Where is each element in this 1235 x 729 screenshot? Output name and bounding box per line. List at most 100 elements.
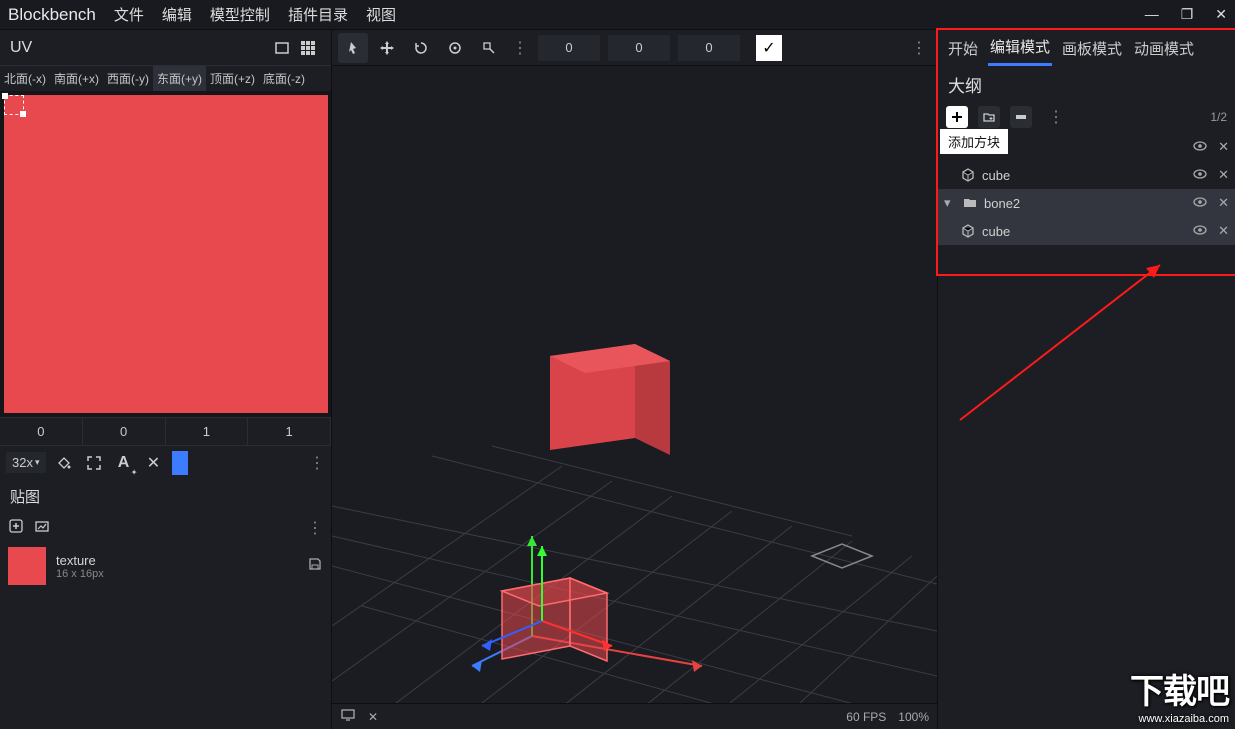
center-more-icon[interactable]: ⋮ (911, 38, 927, 58)
face-south[interactable]: 南面(+x) (50, 66, 103, 91)
visibility-icon[interactable] (1192, 194, 1208, 213)
mode-animate[interactable]: 动画模式 (1132, 32, 1196, 65)
center-panel: ⋮ 0 0 0 ✓ ⋮ (332, 30, 937, 729)
status-zoom: 100% (898, 710, 929, 724)
uv-zoom-level[interactable]: 32x▾ (6, 452, 46, 473)
menu-model[interactable]: 模型控制 (210, 4, 270, 25)
remove-icon[interactable]: ✕ (1218, 223, 1229, 239)
outliner-more-icon[interactable]: ⋮ (1048, 107, 1064, 127)
vertex-snap-icon[interactable] (474, 33, 504, 63)
mode-paint[interactable]: 画板模式 (1060, 32, 1124, 65)
uv-y2[interactable]: 1 (248, 418, 331, 445)
status-monitor-icon[interactable] (340, 707, 356, 726)
uv-panel-header: UV (0, 30, 331, 66)
coord-x[interactable]: 0 (538, 35, 600, 61)
coord-z[interactable]: 0 (678, 35, 740, 61)
texture-toolbar: ⋮ (0, 513, 331, 543)
remove-icon[interactable]: ✕ (1218, 139, 1229, 155)
tools-more-icon[interactable]: ⋮ (512, 38, 528, 58)
outliner-title: 大纲 (938, 66, 1235, 101)
titlebar: Blockbench 文件 编辑 模型控制 插件目录 视图 — ❐ ✕ (0, 0, 1235, 30)
main-menu: 文件 编辑 模型控制 插件目录 视图 (114, 4, 396, 25)
face-west[interactable]: 西面(-y) (103, 66, 153, 91)
paint-bucket-icon[interactable] (52, 451, 76, 475)
menu-file[interactable]: 文件 (114, 4, 144, 25)
uv-title: UV (10, 39, 269, 57)
tree-row-bone2[interactable]: ▾ bone2 ✕ (938, 189, 1235, 217)
tree-label: e (984, 140, 1182, 155)
remove-icon[interactable]: ✕ (1218, 167, 1229, 183)
import-texture-icon[interactable] (34, 518, 50, 539)
outliner-toolbar: ⋮ 1/2 添加方块 (938, 101, 1235, 133)
status-fps: 60 FPS (846, 710, 886, 724)
texture-more-icon[interactable]: ⋮ (307, 518, 323, 538)
uv-y1[interactable]: 0 (83, 418, 166, 445)
toggle-options-icon[interactable] (1010, 106, 1032, 128)
uv-x1[interactable]: 0 (0, 418, 83, 445)
texture-dimensions: 16 x 16px (56, 568, 297, 580)
tree-label: bone2 (984, 196, 1182, 211)
uv-expand-icon[interactable] (269, 35, 295, 61)
tree-row-cube2[interactable]: cube ✕ (938, 217, 1235, 245)
tree-label: cube (982, 168, 1182, 183)
pivot-tool-icon[interactable] (440, 33, 470, 63)
color-swatch[interactable] (172, 451, 188, 475)
menu-edit[interactable]: 编辑 (162, 4, 192, 25)
uv-x2[interactable]: 1 (166, 418, 249, 445)
face-north[interactable]: 北面(-x) (0, 66, 50, 91)
maximize-icon[interactable]: ❐ (1181, 6, 1194, 23)
cube-icon (960, 167, 976, 183)
face-east[interactable]: 东面(+y) (153, 66, 206, 91)
folder-icon (962, 195, 978, 211)
face-bottom[interactable]: 底面(-z) (259, 66, 309, 91)
mode-start[interactable]: 开始 (946, 32, 980, 65)
texture-thumbnail (8, 547, 46, 585)
save-texture-icon[interactable] (307, 556, 323, 577)
checkbox-toggle[interactable]: ✓ (756, 35, 782, 61)
tree-row-cube[interactable]: cube ✕ (938, 161, 1235, 189)
clear-icon[interactable]: ✕ (142, 451, 166, 475)
add-cube-tooltip: 添加方块 (940, 129, 1008, 154)
mode-tabs: 开始 编辑模式 画板模式 动画模式 (938, 30, 1235, 66)
status-bar: ✕ 60 FPS 100% (332, 703, 937, 729)
menu-plugins[interactable]: 插件目录 (288, 4, 348, 25)
outliner-count: 1/2 (1210, 110, 1227, 124)
uv-grid-icon[interactable] (295, 35, 321, 61)
texture-panel: 贴图 ⋮ texture 16 x 16px (0, 479, 331, 589)
menu-view[interactable]: 视图 (366, 4, 396, 25)
uv-coords: 0 0 1 1 (0, 417, 331, 445)
auto-uv-icon[interactable]: A✦ (112, 451, 136, 475)
coord-y[interactable]: 0 (608, 35, 670, 61)
texture-title: 贴图 (0, 479, 331, 513)
add-group-icon[interactable] (978, 106, 1000, 128)
mode-edit[interactable]: 编辑模式 (988, 30, 1052, 66)
close-icon[interactable]: ✕ (1215, 6, 1227, 23)
uv-more-icon[interactable]: ⋮ (309, 453, 325, 473)
visibility-icon[interactable] (1192, 166, 1208, 185)
chevron-down-icon[interactable]: ▾ (944, 195, 956, 211)
cube-icon (960, 223, 976, 239)
texture-name: texture (56, 553, 297, 568)
add-texture-icon[interactable] (8, 518, 24, 539)
translate-tool-icon[interactable] (372, 33, 402, 63)
visibility-icon[interactable] (1192, 222, 1208, 241)
viewport-3d[interactable] (332, 66, 937, 703)
face-top[interactable]: 顶面(+z) (206, 66, 259, 91)
add-cube-icon[interactable] (946, 106, 968, 128)
rotate-tool-icon[interactable] (406, 33, 436, 63)
left-panel: UV 北面(-x) 南面(+x) 西面(-y) 东面(+y) 顶面(+z) 底面… (0, 30, 332, 729)
fullscreen-icon[interactable] (82, 451, 106, 475)
minimize-icon[interactable]: — (1145, 6, 1159, 23)
uv-selection-box[interactable] (4, 95, 24, 115)
uv-toolbar: 32x▾ A✦ ✕ ⋮ (0, 445, 331, 479)
tree-label: cube (982, 224, 1182, 239)
move-tool-icon[interactable] (338, 33, 368, 63)
visibility-icon[interactable] (1192, 138, 1208, 157)
uv-texture-fill (4, 95, 328, 413)
window-controls: — ❐ ✕ (1145, 6, 1227, 23)
remove-icon[interactable]: ✕ (1218, 195, 1229, 211)
status-close-icon[interactable]: ✕ (368, 710, 378, 724)
uv-canvas[interactable] (0, 91, 331, 417)
right-panel: 开始 编辑模式 画板模式 动画模式 大纲 ⋮ 1/2 添加方块 ▾ e ✕ (937, 30, 1235, 729)
texture-item[interactable]: texture 16 x 16px (0, 543, 331, 589)
